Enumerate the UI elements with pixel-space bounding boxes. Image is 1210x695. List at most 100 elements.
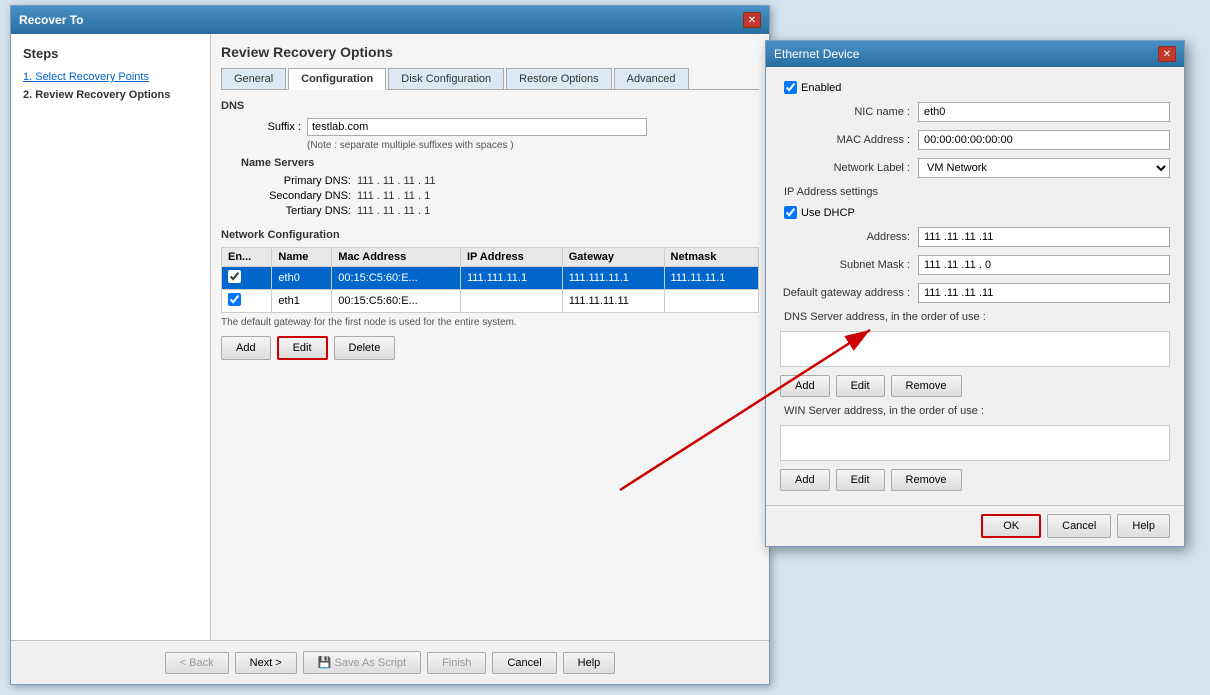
primary-dns-label: Primary DNS: (241, 175, 351, 187)
dns-section: DNS Suffix : (Note : separate multiple s… (221, 100, 759, 217)
back-button[interactable]: < Back (165, 652, 229, 674)
row1-ip: 111.111.11.1 (460, 267, 562, 290)
enabled-checkbox[interactable] (784, 81, 797, 94)
steps-title: Steps (23, 46, 198, 61)
network-label-label: Network Label : (780, 162, 910, 174)
network-config-section: Network Configuration En... Name Mac Add… (221, 229, 759, 360)
save-as-script-button[interactable]: 💾 Save As Script (303, 651, 421, 674)
row1-netmask: 111.11.11.1 (664, 267, 758, 290)
win-server-list (780, 425, 1170, 461)
tab-advanced[interactable]: Advanced (614, 68, 689, 89)
subnet-mask-label: Subnet Mask : (780, 259, 910, 271)
row2-enabled[interactable] (222, 290, 272, 313)
nic-name-label: NIC name : (780, 106, 910, 118)
tab-restore-options[interactable]: Restore Options (506, 68, 611, 89)
address-label: Address: (780, 231, 910, 243)
dns-remove-button[interactable]: Remove (891, 375, 962, 397)
mac-address-input[interactable] (918, 130, 1170, 150)
subnet-mask-row: Subnet Mask : (780, 255, 1170, 275)
eth-close-button[interactable]: ✕ (1158, 46, 1176, 62)
mac-address-label: MAC Address : (780, 134, 910, 146)
use-dhcp-checkbox[interactable] (784, 206, 797, 219)
ip-settings-title: IP Address settings (784, 186, 1170, 198)
finish-button[interactable]: Finish (427, 652, 486, 674)
dns-server-list (780, 331, 1170, 367)
suffix-note: (Note : separate multiple suffixes with … (307, 140, 759, 151)
mac-address-row: MAC Address : (780, 130, 1170, 150)
network-table: En... Name Mac Address IP Address Gatewa… (221, 247, 759, 313)
ok-button[interactable]: OK (981, 514, 1041, 538)
secondary-dns-label: Secondary DNS: (241, 190, 351, 202)
win-edit-button[interactable]: Edit (836, 469, 885, 491)
win-add-button[interactable]: Add (780, 469, 830, 491)
bottom-bar: < Back Next > 💾 Save As Script Finish Ca… (11, 640, 769, 684)
eth-dialog-title: Ethernet Device (774, 47, 859, 61)
dns-server-section: DNS Server address, in the order of use … (780, 311, 1170, 397)
nic-name-input[interactable] (918, 102, 1170, 122)
step-1-link[interactable]: 1. Select Recovery Points (23, 71, 149, 83)
dns-title: DNS (221, 100, 759, 112)
help-main-button[interactable]: Help (563, 652, 616, 674)
table-row[interactable]: eth0 00:15:C5:60:E... 111.111.11.1 111.1… (222, 267, 759, 290)
dns-edit-button[interactable]: Edit (836, 375, 885, 397)
step-2-label: 2. Review Recovery Options (23, 89, 170, 101)
use-dhcp-label: Use DHCP (801, 207, 855, 219)
edit-network-button[interactable]: Edit (277, 336, 328, 360)
win-remove-button[interactable]: Remove (891, 469, 962, 491)
ethernet-dialog: Ethernet Device ✕ Enabled NIC name : MAC… (765, 40, 1185, 547)
eth-title-bar: Ethernet Device ✕ (766, 41, 1184, 67)
row2-ip (460, 290, 562, 313)
next-button[interactable]: Next > (235, 652, 297, 674)
row1-name: eth0 (272, 267, 332, 290)
gateway-input[interactable] (918, 283, 1170, 303)
secondary-dns-value: 111 . 11 . 11 . 1 (357, 190, 430, 202)
col-mac: Mac Address (332, 248, 461, 267)
gateway-label: Default gateway address : (780, 287, 910, 299)
primary-dns-value: 111 . 11 . 11 . 11 (357, 175, 435, 187)
tab-disk-configuration[interactable]: Disk Configuration (388, 68, 504, 89)
dns-server-title: DNS Server address, in the order of use … (784, 311, 1170, 323)
step-1[interactable]: 1. Select Recovery Points (23, 71, 198, 83)
help-dialog-button[interactable]: Help (1117, 514, 1170, 538)
delete-network-button[interactable]: Delete (334, 336, 396, 360)
win-server-section: WIN Server address, in the order of use … (780, 405, 1170, 491)
win-server-input[interactable] (789, 434, 1161, 452)
address-row: Address: (780, 227, 1170, 247)
tertiary-dns-value: 111 . 11 . 11 . 1 (357, 205, 430, 217)
steps-panel: Steps 1. Select Recovery Points 2. Revie… (11, 34, 211, 640)
main-content-area: Steps 1. Select Recovery Points 2. Revie… (11, 34, 769, 640)
cancel-main-button[interactable]: Cancel (492, 652, 556, 674)
main-close-button[interactable]: ✕ (743, 12, 761, 28)
enabled-label: Enabled (801, 82, 841, 94)
add-network-button[interactable]: Add (221, 336, 271, 360)
col-netmask: Netmask (664, 248, 758, 267)
main-title-bar: Recover To ✕ (11, 6, 769, 34)
network-label-select[interactable]: VM Network (918, 158, 1170, 178)
primary-dns-row: Primary DNS: 111 . 11 . 11 . 11 (241, 175, 759, 187)
network-config-title: Network Configuration (221, 229, 759, 241)
network-buttons: Add Edit Delete (221, 336, 759, 360)
row2-name: eth1 (272, 290, 332, 313)
save-icon: 💾 (318, 657, 332, 669)
dns-add-button[interactable]: Add (780, 375, 830, 397)
review-panel: Review Recovery Options General Configur… (211, 34, 769, 640)
main-window-title: Recover To (19, 13, 83, 27)
suffix-row: Suffix : (221, 118, 759, 136)
win-server-title: WIN Server address, in the order of use … (784, 405, 1170, 417)
address-input[interactable] (918, 227, 1170, 247)
suffix-input[interactable] (307, 118, 647, 136)
table-row[interactable]: eth1 00:15:C5:60:E... 111.11.11.11 (222, 290, 759, 313)
row1-enabled[interactable] (222, 267, 272, 290)
suffix-label: Suffix : (221, 121, 301, 133)
tab-configuration[interactable]: Configuration (288, 68, 386, 90)
subnet-mask-input[interactable] (918, 255, 1170, 275)
cancel-dialog-button[interactable]: Cancel (1047, 514, 1111, 538)
col-name: Name (272, 248, 332, 267)
nic-name-row: NIC name : (780, 102, 1170, 122)
tab-general[interactable]: General (221, 68, 286, 89)
dns-server-input[interactable] (789, 340, 1161, 358)
enabled-row: Enabled (784, 81, 1170, 94)
row2-gateway: 111.11.11.11 (562, 290, 664, 313)
name-servers-title: Name Servers (241, 157, 759, 169)
tertiary-dns-row: Tertiary DNS: 111 . 11 . 11 . 1 (241, 205, 759, 217)
